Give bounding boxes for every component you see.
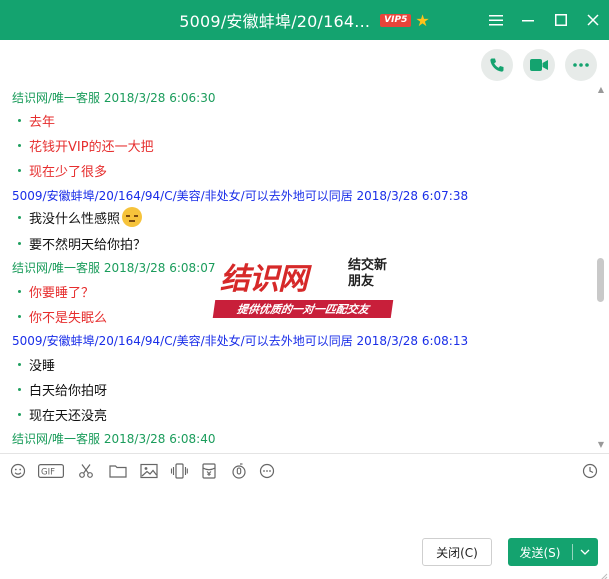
- more-tools-icon[interactable]: [256, 460, 278, 482]
- message-header: 5009/安徽蚌埠/20/164/94/C/美容/非处女/可以去外地可以同居 2…: [12, 189, 469, 203]
- message-text: 白天给你拍呀: [29, 384, 108, 399]
- message-line: 你不是失眠么: [18, 307, 107, 326]
- message-text: 你要睡了？: [29, 286, 95, 301]
- watermark-logo: 结识网 结交新朋友 提供优质的一对一匹配交友: [212, 252, 396, 322]
- message-line: 白天给你拍呀: [18, 380, 107, 399]
- gif-icon[interactable]: GIF: [37, 460, 65, 482]
- message-line: 现在少了很多: [18, 161, 107, 180]
- send-button[interactable]: 发送(S): [508, 538, 598, 566]
- message-text: 现在少了很多: [29, 165, 108, 180]
- red-packet-icon[interactable]: [198, 460, 220, 482]
- message-header: 5009/安徽蚌埠/20/164/94/C/美容/非处女/可以去外地可以同居 2…: [12, 334, 469, 348]
- message-text: 要不然明天给你拍？: [29, 238, 147, 253]
- message-text: 你不是失眠么: [29, 311, 108, 326]
- voice-icon[interactable]: [228, 460, 250, 482]
- message-header: 结识网/唯一客服 2018/3/28 6:08:40: [12, 432, 216, 446]
- message-input[interactable]: [8, 486, 602, 532]
- watermark-brand: 结识网: [220, 262, 308, 297]
- message-line: 花钱开VIP的还一大把: [18, 136, 154, 155]
- image-icon[interactable]: [138, 460, 160, 482]
- close-button[interactable]: 关闭(C): [422, 538, 492, 566]
- history-icon[interactable]: [579, 460, 601, 482]
- message-line: 你要睡了？: [18, 282, 94, 301]
- vip-badge: VIP5: [380, 13, 412, 27]
- scissors-icon[interactable]: [75, 460, 97, 482]
- send-label: 发送(S): [519, 545, 561, 560]
- video-icon[interactable]: [523, 49, 555, 81]
- star-icon: ★: [415, 10, 430, 30]
- message-text: 现在天还没亮: [29, 409, 108, 424]
- menu-icon[interactable]: [486, 10, 506, 30]
- message-text: 没睡: [29, 359, 56, 374]
- input-toolbar: GIF: [0, 460, 609, 482]
- resize-grip-icon[interactable]: [600, 570, 608, 579]
- shake-icon[interactable]: [168, 460, 190, 482]
- message-line: 要不然明天给你拍？: [18, 234, 146, 253]
- scroll-thumb[interactable]: [597, 258, 604, 302]
- close-icon[interactable]: [583, 10, 603, 30]
- sad-emoji-icon: [122, 207, 143, 227]
- window-title: 5009/安徽蚌埠/20/164...: [179, 12, 371, 31]
- chevron-down-icon[interactable]: [573, 549, 597, 555]
- scroll-down-icon[interactable]: ▼: [596, 441, 606, 449]
- watermark-slogan-bar: 提供优质的一对一匹配交友: [212, 300, 394, 318]
- message-header: 结识网/唯一客服 2018/3/28 6:08:07: [12, 261, 216, 275]
- message-text: 去年: [29, 115, 56, 130]
- message-line: 去年: [18, 111, 55, 130]
- message-header: 结识网/唯一客服 2018/3/28 6:06:30: [12, 91, 216, 105]
- message-line: 没睡: [18, 355, 55, 374]
- message-text: 花钱开VIP的还一大把: [29, 140, 154, 155]
- title-bar: 5009/安徽蚌埠/20/164... VIP5 ★: [0, 0, 609, 40]
- message-text: 我没什么性感照: [29, 211, 121, 227]
- folder-icon[interactable]: [107, 460, 129, 482]
- minimize-icon[interactable]: [518, 10, 538, 30]
- message-line: 我没什么性感照: [18, 207, 143, 227]
- maximize-icon[interactable]: [551, 10, 571, 30]
- watermark-slogan-side: 结交新朋友: [348, 258, 388, 289]
- scroll-up-icon[interactable]: ▲: [596, 86, 606, 94]
- input-divider: [0, 453, 609, 454]
- emoji-icon[interactable]: [7, 460, 29, 482]
- more-icon[interactable]: [565, 49, 597, 81]
- phone-icon[interactable]: [481, 49, 513, 81]
- message-line: 现在天还没亮: [18, 405, 107, 424]
- svg-text:GIF: GIF: [41, 468, 55, 478]
